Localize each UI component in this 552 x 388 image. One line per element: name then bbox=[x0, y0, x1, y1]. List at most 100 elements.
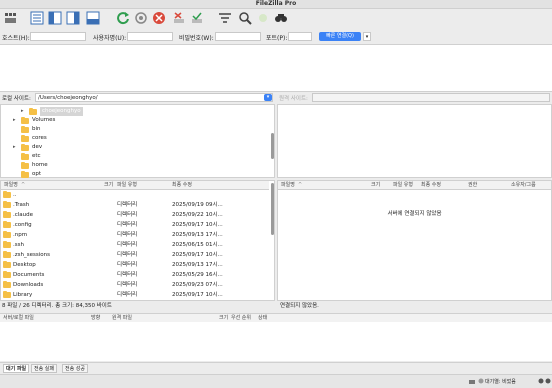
tree-item[interactable]: ▸ choejeonghyo bbox=[1, 107, 269, 116]
tree-item-label: home bbox=[32, 162, 48, 168]
queue-col-server[interactable]: 서버/로컬 파일 bbox=[3, 314, 34, 322]
refresh-icon[interactable] bbox=[116, 11, 130, 25]
tree-item[interactable]: opt bbox=[1, 170, 269, 179]
tree-item[interactable]: ▸ Volumes bbox=[1, 116, 269, 125]
expand-arrow-icon[interactable]: ▸ bbox=[13, 143, 19, 152]
queue-col-direction[interactable]: 방향 bbox=[91, 314, 100, 322]
port-input[interactable] bbox=[288, 32, 312, 41]
remote-path-input[interactable] bbox=[312, 93, 550, 102]
col-type[interactable]: 파일 유형 bbox=[117, 181, 137, 189]
disconnect-icon[interactable] bbox=[172, 11, 186, 25]
file-type: 디렉터리 bbox=[117, 202, 138, 208]
file-type: 디렉터리 bbox=[117, 292, 138, 298]
file-name: .ssh bbox=[13, 242, 24, 248]
port-label: 포트(P): bbox=[266, 35, 288, 42]
file-row[interactable]: .npm 디렉터리 2025/09/13 17시... bbox=[1, 230, 269, 240]
folder-icon bbox=[21, 126, 29, 133]
tab-failed-transfers[interactable]: 전송 실패 bbox=[31, 364, 57, 373]
message-log[interactable] bbox=[0, 44, 552, 92]
folder-icon bbox=[3, 241, 11, 248]
local-list-scrollbar[interactable] bbox=[271, 183, 274, 235]
filter-icon[interactable] bbox=[218, 11, 232, 25]
file-row[interactable]: Desktop 디렉터리 2025/09/13 17시... bbox=[1, 260, 269, 270]
queue-list[interactable] bbox=[0, 322, 552, 361]
file-row[interactable]: .. bbox=[1, 190, 269, 200]
queue-col-state[interactable]: 상태 bbox=[258, 314, 267, 322]
folder-icon bbox=[3, 231, 11, 238]
tree-item[interactable]: ▸ dev bbox=[1, 143, 269, 152]
file-modified: 2025/09/13 17시... bbox=[172, 232, 223, 238]
col-modified[interactable]: 최종 수정 bbox=[172, 181, 192, 189]
expand-arrow-icon[interactable]: ▸ bbox=[13, 116, 19, 125]
col-permissions[interactable]: 권한 bbox=[468, 181, 477, 189]
host-input[interactable] bbox=[30, 32, 86, 41]
quickconnect-history-dropdown[interactable]: ▾ bbox=[363, 32, 371, 41]
folder-icon bbox=[3, 261, 11, 268]
toggle-tree-icon[interactable] bbox=[48, 11, 62, 25]
folder-icon bbox=[3, 191, 11, 198]
password-input[interactable] bbox=[215, 32, 261, 41]
file-modified: 2025/09/23 07시... bbox=[172, 282, 223, 288]
file-row[interactable]: .ssh 디렉터리 2025/06/15 01시... bbox=[1, 240, 269, 250]
file-row[interactable]: .Trash 디렉터리 2025/09/19 09시... bbox=[1, 200, 269, 210]
file-name: .zsh_sessions bbox=[13, 252, 50, 258]
reconnect-icon[interactable] bbox=[190, 11, 204, 25]
col-owner[interactable]: 소유자/그룹 bbox=[511, 181, 536, 189]
queue-status-text: 대기열: 비었음 bbox=[485, 379, 516, 385]
process-queue-icon[interactable] bbox=[134, 11, 148, 25]
tree-item-label: etc bbox=[32, 153, 41, 159]
quickconnect-button[interactable]: 빠른 연결(Q) bbox=[319, 32, 361, 41]
title-bar: FileZilla Pro bbox=[0, 0, 552, 9]
remote-directory-tree[interactable] bbox=[277, 104, 552, 178]
file-name: .npm bbox=[13, 232, 28, 238]
queue-col-size[interactable]: 크기 bbox=[219, 314, 228, 322]
local-path-dropdown-button[interactable]: ▾ bbox=[264, 94, 272, 101]
tab-successful-transfers[interactable]: 전송 성공 bbox=[62, 364, 88, 373]
col-modified[interactable]: 최종 수정 bbox=[421, 181, 441, 189]
local-file-list[interactable]: 파일명 ^ 크기 파일 유형 최종 수정 .. .Trash 디렉터리 2025/09… bbox=[0, 180, 275, 301]
sync-browse-icon[interactable] bbox=[256, 11, 270, 25]
col-name[interactable]: 파일명 bbox=[281, 181, 295, 189]
queue-col-priority[interactable]: 우선 순위 bbox=[231, 314, 251, 322]
cancel-icon[interactable] bbox=[152, 11, 166, 25]
file-row[interactable]: Documents 디렉터리 2025/05/29 16시... bbox=[1, 270, 269, 280]
remote-site-label: 원격 사이트: bbox=[279, 96, 308, 102]
tree-item[interactable]: etc bbox=[1, 152, 269, 161]
tree-item[interactable]: cores bbox=[1, 134, 269, 143]
col-name[interactable]: 파일명 bbox=[4, 181, 18, 189]
file-row[interactable]: .claude 디렉터리 2025/09/22 10시... bbox=[1, 210, 269, 220]
transfer-queue-icon[interactable] bbox=[86, 11, 100, 25]
file-modified: 2025/06/15 01시... bbox=[172, 242, 223, 248]
folder-icon bbox=[3, 251, 11, 258]
file-row[interactable]: Downloads 디렉터리 2025/09/23 07시... bbox=[1, 280, 269, 290]
site-manager-icon[interactable] bbox=[4, 11, 18, 25]
remote-file-list[interactable]: 파일명 ^ 크기 파일 유형 최종 수정 권한 소유자/그룹 서버에 연결되지 … bbox=[277, 180, 552, 301]
toggle-remote-tree-icon[interactable] bbox=[66, 11, 80, 25]
transfer-indicator-icon bbox=[545, 378, 551, 384]
tree-item[interactable]: bin bbox=[1, 125, 269, 134]
file-row[interactable]: .config 디렉터리 2025/09/17 10시... bbox=[1, 220, 269, 230]
local-status-text: 8 파일 / 26 디렉터리. 총 크기: 84,350 바이트 bbox=[2, 303, 112, 309]
col-size[interactable]: 크기 bbox=[104, 181, 113, 189]
local-directory-tree[interactable]: ▸ choejeonghyo ▸ Volumes bin cores ▸ dev etc home… bbox=[0, 104, 275, 178]
sort-up-icon: ^ bbox=[298, 182, 303, 188]
folder-icon bbox=[21, 117, 29, 124]
tab-queued-files[interactable]: 대기 파일 bbox=[3, 364, 30, 373]
file-row[interactable]: .zsh_sessions 디렉터리 2025/09/17 10시... bbox=[1, 250, 269, 260]
local-path-input[interactable]: /Users/choejeonghyo/ ▾ bbox=[35, 93, 273, 102]
toggle-log-icon[interactable] bbox=[30, 11, 44, 25]
local-tree-scrollbar[interactable] bbox=[271, 133, 274, 159]
tree-item[interactable]: home bbox=[1, 161, 269, 170]
file-type: 디렉터리 bbox=[117, 262, 138, 268]
search-icon[interactable] bbox=[238, 11, 252, 25]
col-type[interactable]: 파일 유형 bbox=[393, 181, 413, 189]
local-site-label: 로컬 사이트: bbox=[2, 96, 31, 102]
folder-icon bbox=[29, 108, 37, 115]
username-input[interactable] bbox=[127, 32, 173, 41]
queue-col-remote[interactable]: 원격 파일 bbox=[112, 314, 132, 322]
expand-arrow-icon[interactable]: ▸ bbox=[21, 107, 27, 116]
file-row[interactable]: Library 디렉터리 2025/09/17 10시... bbox=[1, 290, 269, 300]
compare-icon[interactable] bbox=[274, 11, 288, 25]
file-name: Desktop bbox=[13, 262, 36, 268]
col-size[interactable]: 크기 bbox=[371, 181, 380, 189]
